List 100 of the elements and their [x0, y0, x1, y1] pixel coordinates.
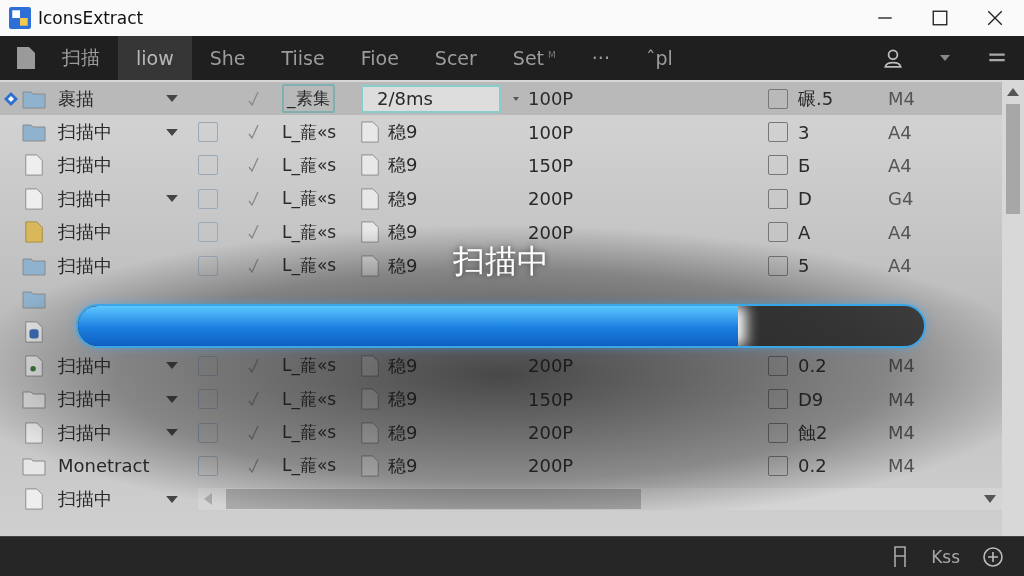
toolbar-tab[interactable]: Fioe [342, 36, 417, 80]
file-icon [358, 154, 382, 177]
table-cell: L_蘢«s [282, 187, 337, 211]
scrollbar-thumb[interactable] [1006, 104, 1020, 214]
table-cell: 5 [798, 255, 810, 277]
caret-icon[interactable] [166, 395, 178, 403]
caret-icon[interactable] [166, 128, 178, 136]
file-icon [358, 254, 382, 277]
app-file-icon [22, 321, 46, 344]
file-icon [22, 421, 46, 444]
file-name[interactable]: 扫描中 [58, 120, 112, 145]
file-name[interactable]: 扫描中 [58, 186, 112, 211]
caret-icon[interactable] [166, 195, 178, 203]
table-cell: 200P [528, 422, 574, 444]
toolbar-tab[interactable]: ˆpl [627, 36, 691, 80]
file-icon [358, 221, 382, 244]
caret-icon[interactable] [166, 495, 178, 503]
toolbar-tab[interactable]: Tiise [263, 36, 343, 80]
table-cell: 稳9 [388, 420, 418, 445]
folder-icon [22, 455, 46, 477]
table-cell: D9 [798, 388, 824, 410]
checkbox[interactable] [198, 155, 218, 176]
maximize-icon[interactable] [931, 9, 949, 27]
checkbox[interactable] [768, 456, 788, 476]
file-name[interactable]: 扫描中 [58, 420, 112, 445]
down-arrow-icon[interactable] [984, 495, 996, 504]
table-cell: 200P [528, 188, 574, 210]
table-cell: M4 [888, 388, 915, 410]
caret-icon[interactable] [166, 95, 178, 103]
table-cell: D [798, 188, 812, 210]
table-cell: M4 [888, 88, 915, 110]
checkbox[interactable] [198, 188, 218, 209]
file-name[interactable]: 扫描中 [58, 153, 112, 178]
file-name[interactable]: 扫描中 [58, 387, 112, 412]
table-cell: G4 [888, 188, 914, 210]
table-cell: 200P [528, 455, 574, 477]
table-cell: 稳9 [388, 186, 418, 211]
table-cell: 稳9 [388, 387, 418, 412]
user-icon[interactable] [882, 47, 904, 69]
table-cell: L_蘢«s [282, 421, 337, 445]
checkbox[interactable] [198, 422, 218, 443]
folder-icon [22, 288, 46, 311]
checkbox[interactable] [768, 122, 788, 143]
checkbox[interactable] [198, 122, 218, 143]
checkbox[interactable] [198, 389, 218, 410]
caret-icon[interactable] [513, 96, 519, 101]
toolbar-tab[interactable]: ··· [573, 36, 628, 80]
table-cell: M4 [888, 455, 915, 477]
checkbox[interactable] [198, 456, 218, 476]
checkbox[interactable] [768, 155, 788, 176]
table-cell: L_蘢«s [282, 254, 337, 278]
table-cell: L_蘢«s [282, 387, 337, 411]
toolbar-tab[interactable]: Scer [416, 36, 495, 80]
file-icon [358, 455, 382, 477]
file-name[interactable]: 扫描中 [58, 220, 112, 245]
table-cell: 100P [528, 88, 574, 110]
file-name: 扫描中 [58, 487, 112, 512]
value-field[interactable]: 2/8ms [361, 84, 501, 113]
checkbox[interactable] [198, 255, 218, 276]
caret-icon[interactable] [940, 55, 950, 61]
table-cell: L_蘢«s [282, 120, 337, 144]
caret-icon[interactable] [166, 362, 178, 370]
checkbox[interactable] [768, 255, 788, 276]
checkbox[interactable] [768, 188, 788, 209]
checkbox[interactable] [768, 355, 788, 376]
close-icon[interactable] [986, 9, 1004, 27]
table-cell: M4 [888, 355, 915, 377]
left-arrow-icon[interactable] [204, 493, 212, 506]
toolbar-tab[interactable]: Set $^{M}$ [494, 36, 574, 80]
file-name[interactable]: 裹描 [58, 86, 94, 111]
toolbar-tab[interactable]: liow [118, 36, 192, 80]
folder-icon [22, 388, 46, 411]
table-cell: 碾.5 [798, 86, 834, 111]
table-cell: 150P [528, 154, 574, 176]
window-title: IconsExtract [38, 8, 144, 28]
checkbox[interactable] [768, 422, 788, 443]
file-icon [358, 388, 382, 411]
file-name[interactable]: 扫描中 [58, 253, 112, 278]
table-cell: L_蘢«s [282, 153, 337, 177]
table-cell: L_蘢«s [282, 220, 337, 244]
checkbox[interactable] [198, 355, 218, 376]
table-cell: 0.2 [798, 355, 827, 377]
checkbox[interactable] [768, 88, 788, 109]
toolbar-tab[interactable]: She [191, 36, 264, 80]
checkbox[interactable] [768, 222, 788, 243]
toolbar-tab[interactable]: 扫描 [44, 36, 118, 80]
caret-icon[interactable] [166, 429, 178, 437]
file-icon [22, 354, 46, 377]
up-arrow-icon[interactable] [1007, 88, 1019, 96]
document-icon[interactable] [16, 46, 36, 70]
app-icon [9, 7, 31, 29]
file-name[interactable]: Monetract [58, 455, 150, 477]
status-text: Kss [931, 546, 960, 567]
horizontal-scrollbar[interactable] [198, 488, 1002, 511]
scrollbar-thumb[interactable] [226, 489, 641, 510]
document-icon [22, 221, 46, 244]
file-name[interactable]: 扫描中 [58, 353, 112, 378]
checkbox[interactable] [198, 222, 218, 243]
add-circle-icon[interactable] [982, 545, 1004, 568]
checkbox[interactable] [768, 389, 788, 410]
